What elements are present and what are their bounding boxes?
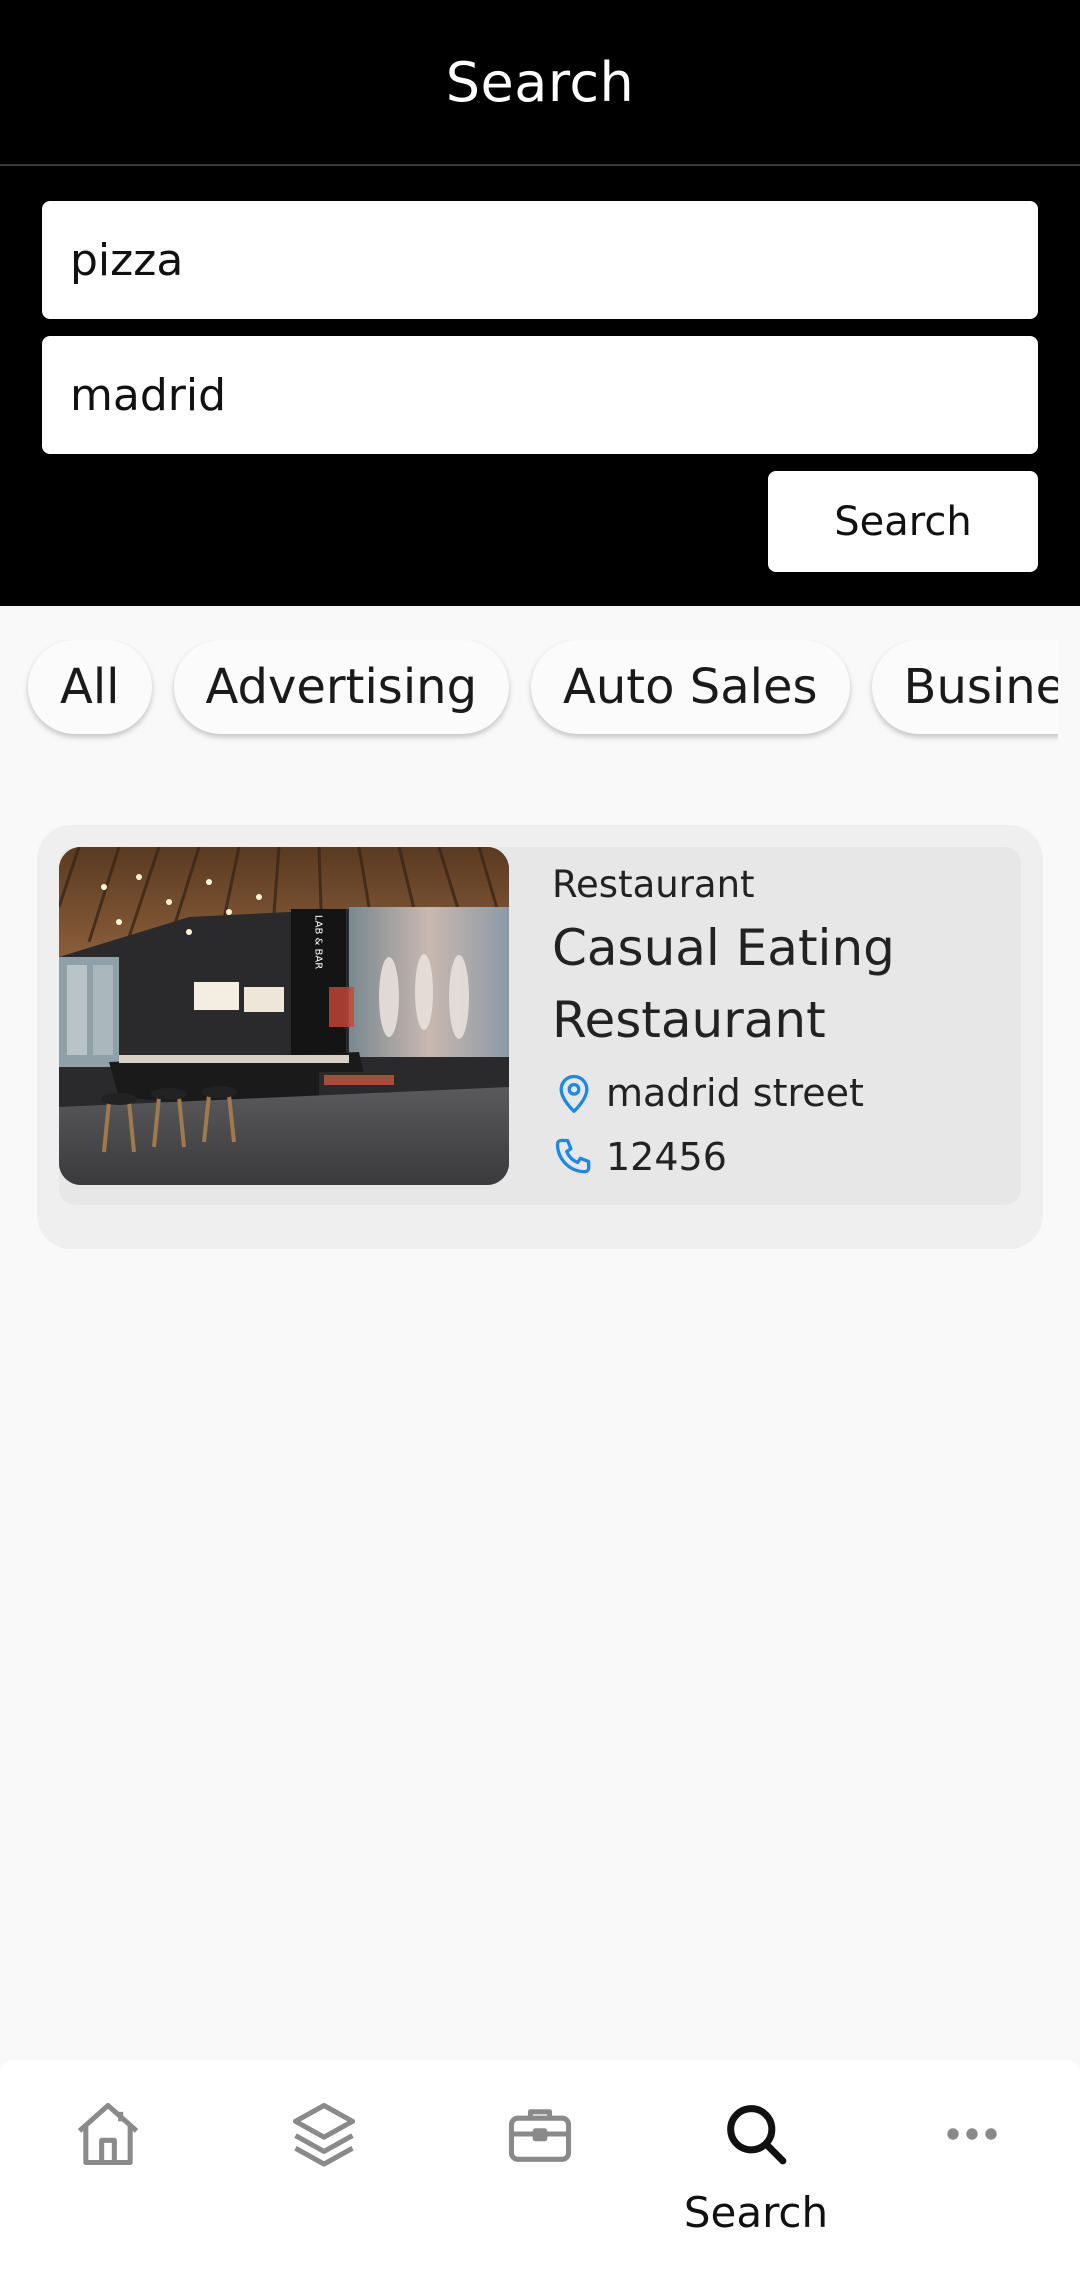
layers-icon — [292, 2102, 356, 2167]
nav-label-search: Search — [683, 2188, 829, 2237]
nav-item-more[interactable] — [864, 2060, 1080, 2269]
result-info: Restaurant Casual Eating Restaurant madr… — [552, 863, 1012, 1184]
search-panel: Search — [0, 166, 1080, 606]
phone-icon — [555, 1138, 591, 1174]
app-root: Search Search All Advertising Auto Sales… — [0, 0, 1080, 2269]
svg-text:LAB & BAR: LAB & BAR — [313, 915, 324, 969]
result-title[interactable]: Casual Eating Restaurant — [552, 912, 1012, 1056]
chip-advertising[interactable]: Advertising — [173, 640, 510, 734]
result-address-row: madrid street — [552, 1066, 1012, 1120]
page-title: Search — [445, 50, 635, 114]
chip-auto-sales[interactable]: Auto Sales — [531, 640, 850, 734]
bottom-navigation: Search — [0, 2060, 1080, 2269]
home-icon — [77, 2102, 139, 2166]
location-input[interactable] — [42, 336, 1038, 454]
keyword-input[interactable] — [42, 201, 1038, 319]
category-chips-track: All Advertising Auto Sales Business — [0, 640, 1058, 734]
result-card[interactable]: LAB & BAR Restaurant Casual Eating Resta… — [37, 825, 1043, 1249]
chip-all[interactable]: All — [28, 640, 152, 734]
result-phone[interactable]: 12456 — [606, 1135, 727, 1179]
result-title-line1: Casual Eating — [552, 919, 895, 977]
nav-item-home[interactable] — [0, 2060, 216, 2269]
nav-item-briefcase[interactable] — [432, 2060, 648, 2269]
search-icon — [727, 2105, 787, 2165]
briefcase-icon — [508, 2109, 572, 2162]
result-address: madrid street — [606, 1071, 864, 1115]
result-title-line2: Restaurant — [552, 991, 826, 1049]
search-button[interactable]: Search — [768, 471, 1038, 572]
chip-business[interactable]: Business — [871, 640, 1058, 734]
result-card-inner: LAB & BAR Restaurant Casual Eating Resta… — [59, 847, 1021, 1205]
app-header: Search — [0, 0, 1080, 166]
result-category: Restaurant — [552, 863, 755, 906]
restaurant-image: LAB & BAR — [59, 847, 509, 1185]
category-chips: All Advertising Auto Sales Business — [0, 640, 1058, 746]
location-pin-icon — [559, 1074, 589, 1113]
nav-item-search[interactable]: Search — [648, 2060, 864, 2269]
nav-item-layers[interactable] — [216, 2060, 432, 2269]
result-phone-row: 12456 — [552, 1130, 1012, 1184]
more-icon — [947, 2128, 997, 2140]
